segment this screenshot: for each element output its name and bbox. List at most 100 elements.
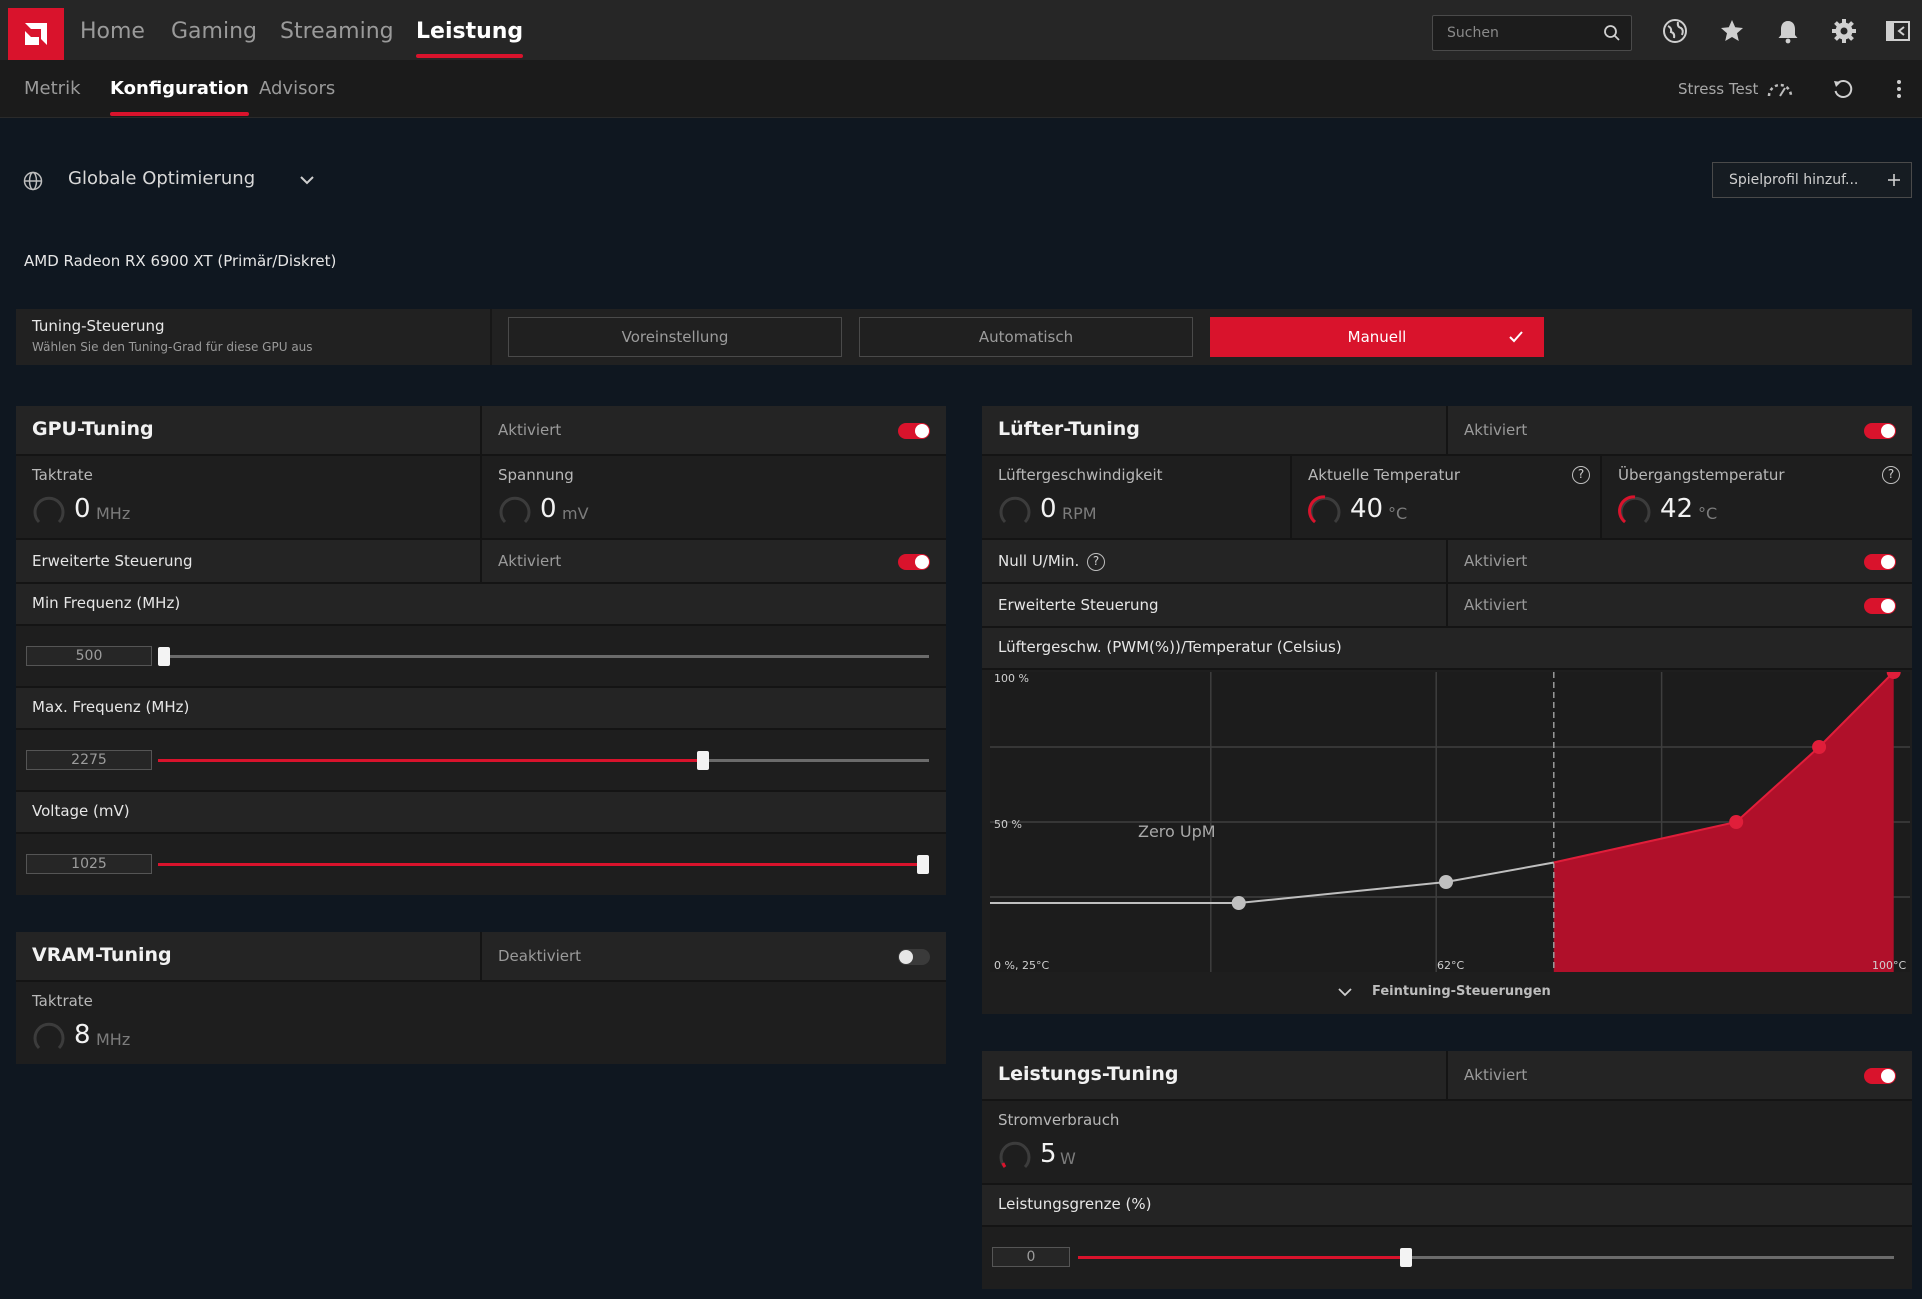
tab-konfiguration[interactable]: Konfiguration <box>110 60 249 118</box>
x-tick-100: 100°C <box>1872 959 1906 972</box>
tab-metrik[interactable]: Metrik <box>24 60 81 118</box>
amd-logo[interactable] <box>8 8 64 60</box>
sub-bar: Metrik Konfiguration Advisors Stress Tes… <box>0 60 1922 118</box>
power-gauge-icon <box>999 1141 1031 1169</box>
voltage-track[interactable] <box>158 855 929 874</box>
min-freq-thumb[interactable] <box>158 647 170 666</box>
vram-clock-unit: MHz <box>96 1030 131 1049</box>
advanced-control-row: Erweiterte Steuerung Aktiviert <box>16 540 946 584</box>
min-freq-label: Min Frequenz (MHz) <box>32 594 181 612</box>
help-icon[interactable]: ? <box>1087 553 1105 571</box>
profile-selector[interactable]: Globale Optimierung <box>68 168 255 189</box>
power-limit-track[interactable] <box>1078 1248 1894 1267</box>
tab-advisors[interactable]: Advisors <box>259 60 335 118</box>
chevron-down-icon[interactable] <box>1338 987 1352 997</box>
power-limit-thumb[interactable] <box>1400 1248 1413 1267</box>
power-limit-input[interactable]: 0 <box>992 1247 1070 1267</box>
nav-gaming[interactable]: Gaming <box>171 0 257 60</box>
junction-temp-gauge-icon <box>1618 495 1651 524</box>
more-options-icon[interactable] <box>1895 78 1903 100</box>
voltage-metric: Spannung 0 mV <box>482 456 946 538</box>
power-tuning-toggle[interactable] <box>1864 1068 1896 1084</box>
current-temp-label: Aktuelle Temperatur <box>1308 466 1461 484</box>
zero-rpm-row: Null U/Min. ? Aktiviert <box>982 540 1912 584</box>
voltage-input[interactable]: 1025 <box>26 854 152 874</box>
voltage-thumb[interactable] <box>917 855 929 874</box>
sidebar-toggle-icon[interactable] <box>1885 18 1911 44</box>
tuning-manual-button[interactable]: Manuell <box>1210 317 1544 357</box>
help-icon[interactable]: ? <box>1882 466 1900 484</box>
stress-test-label[interactable]: Stress Test <box>1678 60 1758 118</box>
curve-point-4[interactable] <box>1812 740 1827 754</box>
gear-icon[interactable] <box>1831 18 1857 44</box>
voltage-value: 0 <box>540 494 557 524</box>
zero-rpm-toggle[interactable] <box>1864 554 1896 570</box>
fan-speed-label: Lüftergeschwindigkeit <box>998 466 1163 484</box>
voltage-label-row: Voltage (mV) <box>16 792 946 834</box>
max-freq-input[interactable]: 2275 <box>26 750 152 770</box>
fan-metrics-row: Lüftergeschwindigkeit 0 RPM Aktuelle Tem… <box>982 456 1912 540</box>
gpu-tuning-toggle[interactable] <box>898 423 930 439</box>
vram-tuning-title: VRAM-Tuning <box>32 944 172 966</box>
fine-tune-label[interactable]: Feintuning-Steuerungen <box>1372 984 1551 999</box>
power-tuning-title: Leistungs-Tuning <box>998 1063 1179 1085</box>
nav-home[interactable]: Home <box>80 0 145 60</box>
vram-metrics-row: Taktrate 8 MHz <box>16 982 946 1064</box>
max-freq-thumb[interactable] <box>697 751 710 770</box>
tuning-auto-button[interactable]: Automatisch <box>859 317 1193 357</box>
bell-icon[interactable] <box>1775 18 1801 44</box>
min-freq-track[interactable] <box>158 647 929 666</box>
power-tuning-header: Leistungs-Tuning Aktiviert <box>982 1051 1912 1101</box>
chevron-down-icon[interactable] <box>300 175 314 185</box>
fine-tune-row[interactable]: Feintuning-Steuerungen <box>982 972 1912 1014</box>
current-temp-gauge-icon <box>1308 495 1341 524</box>
fan-curve-chart[interactable]: 100 % 50 % 0 %, 25°C 62°C 100°C Zero UpM <box>990 672 1910 972</box>
max-freq-track[interactable] <box>158 751 929 770</box>
power-tuning-state: Aktiviert <box>1464 1066 1528 1084</box>
stress-test-gauge-icon[interactable] <box>1766 78 1794 100</box>
nav-streaming[interactable]: Streaming <box>280 0 394 60</box>
fan-speed-metric: Lüftergeschwindigkeit 0 RPM <box>982 456 1290 538</box>
clock-label: Taktrate <box>32 466 93 484</box>
current-temp-metric: Aktuelle Temperatur ? 40 °C <box>1292 456 1600 538</box>
curve-point-0[interactable] <box>1231 896 1246 910</box>
tuning-control-label: Tuning-Steuerung <box>32 317 165 335</box>
tuning-control-subtitle: Wählen Sie den Tuning-Grad für diese GPU… <box>32 340 313 354</box>
add-game-profile-button[interactable]: Spielprofil hinzuf... <box>1712 162 1912 198</box>
gpu-tuning-state: Aktiviert <box>498 421 562 439</box>
search-icon[interactable] <box>1603 24 1621 42</box>
fan-tuning-state: Aktiviert <box>1464 421 1528 439</box>
current-temp-value: 40 <box>1350 494 1384 524</box>
tuning-preset-button[interactable]: Voreinstellung <box>508 317 842 357</box>
advanced-control-toggle[interactable] <box>898 554 930 570</box>
power-tuning-panel: Leistungs-Tuning Aktiviert Stromverbrauc… <box>982 1051 1912 1289</box>
voltage-slider-label: Voltage (mV) <box>32 802 130 820</box>
curve-point-1[interactable] <box>1439 875 1453 889</box>
junction-temp-value: 42 <box>1660 494 1694 524</box>
fan-speed-gauge-icon <box>999 496 1031 524</box>
nav-leistung[interactable]: Leistung <box>416 0 524 60</box>
fan-tuning-toggle[interactable] <box>1864 423 1896 439</box>
clock-gauge-icon <box>33 496 65 524</box>
advanced-control-state: Aktiviert <box>498 552 562 570</box>
min-freq-input[interactable]: 500 <box>26 646 152 666</box>
max-freq-label-row: Max. Frequenz (MHz) <box>16 688 946 730</box>
reset-icon[interactable] <box>1832 78 1854 100</box>
clock-value: 0 <box>74 494 91 524</box>
search-input[interactable] <box>1433 16 1593 50</box>
globe-icon[interactable] <box>1662 18 1688 44</box>
gpu-name: AMD Radeon RX 6900 XT (Primär/Diskret) <box>24 252 337 270</box>
star-icon[interactable] <box>1719 18 1745 44</box>
vram-tuning-header: VRAM-Tuning Deaktiviert <box>16 932 946 982</box>
vram-clock-label: Taktrate <box>32 992 93 1010</box>
gpu-tuning-header: GPU-Tuning Aktiviert <box>16 406 946 456</box>
vram-tuning-state: Deaktiviert <box>498 947 582 965</box>
vram-tuning-toggle[interactable] <box>898 949 930 965</box>
add-game-profile-label: Spielprofil hinzuf... <box>1729 172 1859 188</box>
vram-clock-value: 8 <box>74 1020 91 1050</box>
divider <box>1446 584 1448 626</box>
help-icon[interactable]: ? <box>1572 466 1590 484</box>
search-box[interactable] <box>1432 15 1632 51</box>
curve-point-3[interactable] <box>1729 815 1744 829</box>
fan-advanced-toggle[interactable] <box>1864 598 1896 614</box>
